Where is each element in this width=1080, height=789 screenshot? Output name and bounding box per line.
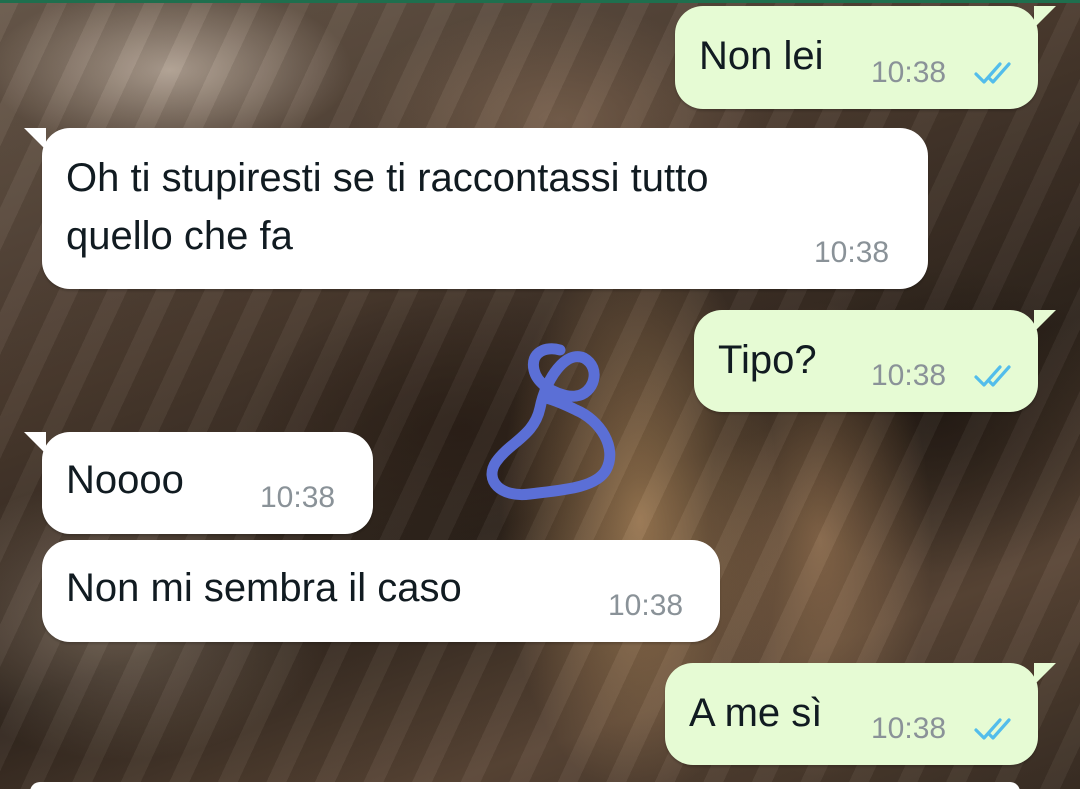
double-check-icon (974, 62, 1011, 84)
message-text: Non lei (699, 34, 824, 78)
double-check-icon (974, 718, 1011, 740)
bubble-tail (24, 128, 46, 150)
message-time: 10:38 (260, 481, 336, 514)
message-time: 10:38 (871, 712, 947, 745)
message-bubble-outgoing[interactable]: A me sì 10:38 (665, 663, 1056, 765)
message-bubble-incoming[interactable]: Oh ti stupiresti se ti raccontassi tutto… (24, 128, 928, 289)
message-bubble-outgoing[interactable]: Tipo? 10:38 (694, 310, 1056, 412)
message-time: 10:38 (814, 236, 890, 269)
message-text: Tipo? (718, 338, 817, 382)
message-text-line: Oh ti stupiresti se ti raccontassi tutto (66, 156, 709, 200)
bubble-tail (1034, 310, 1056, 332)
message-time: 10:38 (871, 359, 947, 392)
bubble-tail (24, 432, 46, 454)
bubble-tail (1034, 6, 1056, 28)
message-time: 10:38 (608, 589, 684, 622)
doodle-figure-eight (486, 343, 616, 501)
double-check-icon (974, 365, 1011, 387)
message-bubble-outgoing[interactable]: Non lei 10:38 (675, 6, 1056, 109)
message-text-line: quello che fa (66, 214, 293, 258)
message-text: A me sì (689, 691, 823, 735)
message-bubble-incoming[interactable]: Noooo 10:38 (24, 432, 373, 534)
header-edge (0, 0, 1080, 3)
message-time: 10:38 (871, 56, 947, 89)
message-bubble-incoming[interactable]: Non mi sembra il caso 10:38 (42, 540, 720, 642)
next-message-bubble-edge (30, 782, 1020, 789)
message-text: Non mi sembra il caso (66, 566, 462, 610)
message-text: Noooo (66, 458, 184, 502)
bubble-tail (1034, 663, 1056, 685)
